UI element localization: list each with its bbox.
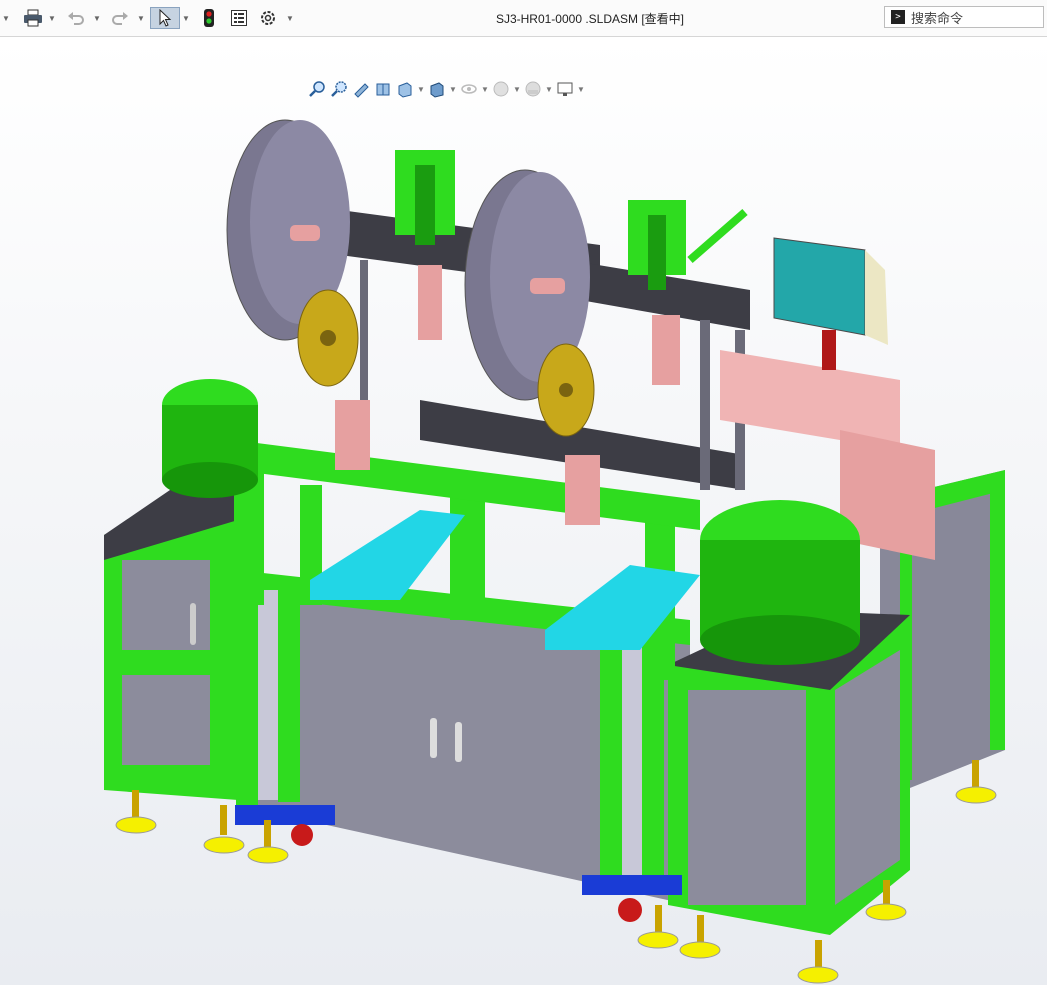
select-dropdown-arrow[interactable]: ▼ (182, 7, 190, 29)
previous-view-icon[interactable] (350, 78, 372, 100)
options-dropdown-arrow[interactable]: ▼ (286, 7, 294, 29)
rebuild-icon[interactable] (198, 7, 220, 29)
apply-scene-icon[interactable] (522, 78, 544, 100)
undo-dropdown-arrow[interactable]: ▼ (93, 7, 101, 29)
redo-icon[interactable] (108, 7, 132, 29)
apply-scene-dropdown-arrow[interactable]: ▼ (544, 85, 554, 94)
hmi-screen[interactable] (773, 237, 866, 336)
assembly-model[interactable] (0, 37, 1047, 985)
options-icon[interactable] (256, 7, 280, 29)
zoom-to-area-icon[interactable] (328, 78, 350, 100)
material-tray (310, 510, 465, 600)
hide-show-icon[interactable] (458, 78, 480, 100)
top-toolbar: ▼ ▼ ▼ ▼ ▼ ▼ SJ3-HR01-0000 .SLDASM [查看中] … (0, 0, 1047, 37)
section-view-icon[interactable] (372, 78, 394, 100)
edit-appearance-dropdown-arrow[interactable]: ▼ (512, 85, 522, 94)
search-placeholder: 搜索命令 (911, 10, 964, 26)
file-properties-icon[interactable] (227, 7, 251, 29)
command-prompt-icon: > (891, 10, 905, 24)
search-box[interactable]: > 搜索命令 (884, 6, 1044, 28)
cabinet-handle[interactable] (190, 603, 196, 645)
select-icon[interactable] (150, 7, 180, 29)
print-dropdown-arrow[interactable]: ▼ (48, 7, 56, 29)
heads-up-view-toolbar: ▼ ▼ ▼ ▼ ▼ ▼ (306, 77, 586, 101)
caster-base (235, 805, 335, 825)
view-settings-icon[interactable] (554, 78, 576, 100)
print-icon[interactable] (20, 7, 46, 29)
graphics-area[interactable]: ▼ ▼ ▼ ▼ ▼ ▼ (0, 37, 1047, 985)
cabinet-handle[interactable] (455, 722, 462, 762)
hide-show-dropdown-arrow[interactable]: ▼ (480, 85, 490, 94)
menu-dropdown-arrow[interactable]: ▼ (2, 7, 10, 29)
display-style-dropdown-arrow[interactable]: ▼ (448, 85, 458, 94)
redo-dropdown-arrow[interactable]: ▼ (137, 7, 145, 29)
zoom-to-fit-icon[interactable] (306, 78, 328, 100)
bracket-part (418, 265, 442, 340)
cabinet-handle[interactable] (430, 718, 437, 758)
caster-base (582, 875, 682, 895)
view-orientation-dropdown-arrow[interactable]: ▼ (416, 85, 426, 94)
view-settings-dropdown-arrow[interactable]: ▼ (576, 85, 586, 94)
undo-icon[interactable] (64, 7, 88, 29)
display-style-icon[interactable] (426, 78, 448, 100)
window-title: SJ3-HR01-0000 .SLDASM [查看中] (495, 12, 685, 26)
view-orientation-icon[interactable] (394, 78, 416, 100)
edit-appearance-icon[interactable] (490, 78, 512, 100)
